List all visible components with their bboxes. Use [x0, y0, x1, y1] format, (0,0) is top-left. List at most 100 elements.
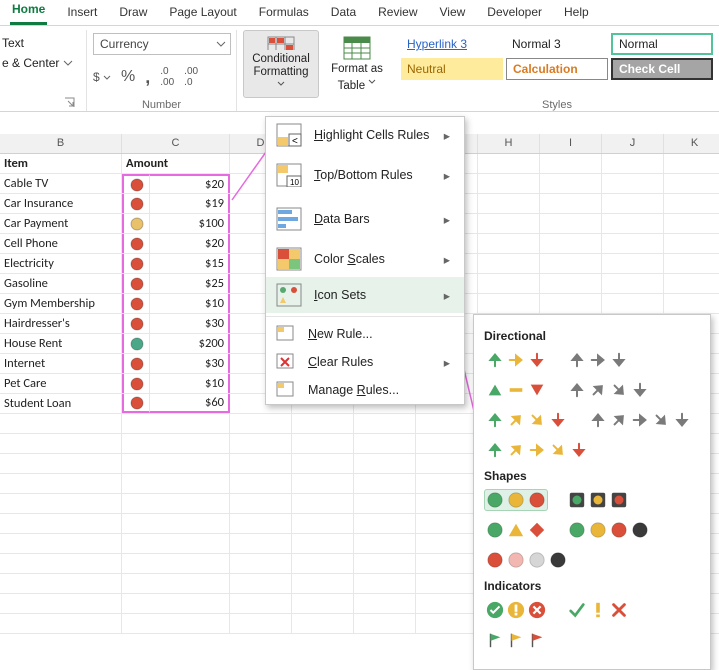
cell[interactable] — [122, 574, 230, 593]
cell[interactable] — [0, 514, 122, 533]
cell-icon[interactable] — [122, 174, 150, 193]
cell[interactable] — [292, 534, 354, 553]
col-header[interactable]: H — [478, 134, 540, 153]
cell[interactable] — [230, 494, 292, 513]
percent-button[interactable]: % — [121, 68, 135, 86]
cell[interactable] — [664, 174, 719, 193]
cell[interactable] — [230, 414, 292, 433]
menu-manage-rules[interactable]: Manage Rules... — [266, 376, 464, 404]
tab-help[interactable]: Help — [562, 2, 591, 25]
cell-icon[interactable] — [122, 194, 150, 213]
iconset-option[interactable] — [484, 519, 548, 541]
cell[interactable] — [230, 514, 292, 533]
cell[interactable] — [478, 274, 540, 293]
cell[interactable] — [122, 514, 230, 533]
cell-icon[interactable] — [122, 234, 150, 253]
cell[interactable] — [122, 494, 230, 513]
cell-amount[interactable]: $30 — [150, 314, 230, 333]
iconset-option[interactable] — [587, 409, 693, 431]
cell[interactable] — [664, 294, 719, 313]
format-as-table-button[interactable]: Format as Table — [319, 30, 395, 98]
cell[interactable] — [416, 474, 478, 493]
cell-item[interactable]: Gasoline — [0, 274, 122, 293]
cell[interactable] — [664, 214, 719, 233]
style-check-cell[interactable]: Check Cell — [611, 58, 713, 80]
iconset-option[interactable] — [566, 489, 630, 511]
style-normal[interactable]: Normal — [611, 33, 713, 55]
menu-data-bars[interactable]: Data Bars▸ — [266, 197, 464, 241]
cell[interactable] — [540, 254, 602, 273]
style-normal3[interactable]: Normal 3 — [506, 33, 608, 55]
style-neutral[interactable]: Neutral — [401, 58, 503, 80]
tab-home[interactable]: Home — [10, 0, 47, 25]
cell-amount[interactable]: $200 — [150, 334, 230, 353]
increase-decimal-button[interactable]: .0.00 — [160, 66, 174, 88]
cell[interactable] — [230, 474, 292, 493]
iconset-option[interactable] — [566, 349, 630, 371]
cell-amount[interactable]: $25 — [150, 274, 230, 293]
iconset-option[interactable] — [484, 549, 569, 571]
cell[interactable] — [416, 574, 478, 593]
cell-icon[interactable] — [122, 254, 150, 273]
cell[interactable] — [292, 494, 354, 513]
style-calculation[interactable]: Calculation — [506, 58, 608, 80]
cell[interactable] — [292, 554, 354, 573]
iconset-option[interactable] — [566, 519, 651, 541]
cell-item[interactable]: Cable TV — [0, 174, 122, 193]
decrease-decimal-button[interactable]: .00.0 — [184, 66, 198, 88]
cell[interactable] — [0, 574, 122, 593]
cell-item[interactable]: Car Payment — [0, 214, 122, 233]
cell[interactable] — [540, 194, 602, 213]
comma-button[interactable]: , — [145, 67, 150, 88]
cell[interactable] — [540, 214, 602, 233]
cell[interactable] — [602, 274, 664, 293]
iconset-option[interactable] — [484, 629, 548, 651]
tab-review[interactable]: Review — [376, 2, 419, 25]
cell-amount[interactable]: $10 — [150, 294, 230, 313]
cell[interactable] — [0, 554, 122, 573]
col-header[interactable]: J — [602, 134, 664, 153]
cell[interactable] — [664, 234, 719, 253]
cell[interactable] — [354, 534, 416, 553]
cell-amount[interactable]: $15 — [150, 254, 230, 273]
cell[interactable] — [478, 234, 540, 253]
style-hyperlink3[interactable]: Hyperlink 3 — [401, 33, 503, 55]
cell-icon[interactable] — [122, 214, 150, 233]
cell-item[interactable]: Pet Care — [0, 374, 122, 393]
cell[interactable] — [540, 174, 602, 193]
cell[interactable] — [230, 614, 292, 633]
cell-icon[interactable] — [122, 274, 150, 293]
cell[interactable] — [292, 454, 354, 473]
cell[interactable] — [230, 594, 292, 613]
cell[interactable] — [292, 594, 354, 613]
cell-icon[interactable] — [122, 334, 150, 353]
cell-amount[interactable]: $20 — [150, 174, 230, 193]
cell[interactable] — [354, 594, 416, 613]
menu-icon-sets[interactable]: Icon Sets▸ — [266, 277, 464, 313]
cell[interactable] — [122, 614, 230, 633]
cell[interactable] — [602, 194, 664, 213]
cell[interactable] — [354, 414, 416, 433]
cell[interactable] — [354, 454, 416, 473]
tab-page-layout[interactable]: Page Layout — [167, 2, 238, 25]
cell[interactable] — [230, 434, 292, 453]
cell-item[interactable]: Hairdresser's — [0, 314, 122, 333]
cell[interactable] — [0, 474, 122, 493]
tab-view[interactable]: View — [438, 2, 468, 25]
cell[interactable] — [664, 274, 719, 293]
cell[interactable] — [416, 534, 478, 553]
menu-color-scales[interactable]: Color Scales▸ — [266, 241, 464, 277]
cell[interactable] — [122, 594, 230, 613]
cell[interactable] — [122, 454, 230, 473]
cell[interactable] — [416, 614, 478, 633]
cell[interactable] — [0, 494, 122, 513]
cell[interactable] — [602, 234, 664, 253]
cell[interactable] — [416, 514, 478, 533]
iconset-option[interactable] — [566, 379, 651, 401]
cell[interactable] — [540, 274, 602, 293]
cell[interactable] — [354, 614, 416, 633]
cell-amount[interactable]: $20 — [150, 234, 230, 253]
cell[interactable] — [230, 574, 292, 593]
cell[interactable] — [354, 514, 416, 533]
cell[interactable] — [416, 554, 478, 573]
